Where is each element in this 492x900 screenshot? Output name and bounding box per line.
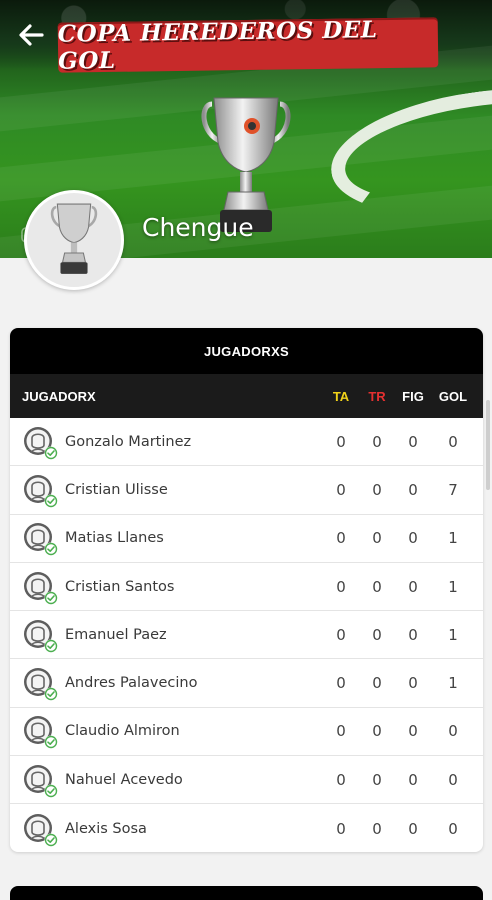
player-fig: 0 [408, 529, 418, 548]
player-fig: 0 [408, 432, 418, 451]
player-tr: 0 [372, 480, 382, 499]
column-tr: TR [368, 388, 386, 404]
player-avatar-icon [23, 619, 58, 653]
players-table-header: JUGADORX TA TR FIG GOL [10, 374, 483, 418]
table-row[interactable]: Andres Palavecino 0 0 0 1 [10, 659, 483, 708]
players-table-body: Gonzalo Martinez 0 0 0 0 Cristian Ulisse… [10, 418, 483, 852]
player-ta: 0 [336, 722, 346, 741]
player-name: Andres Palavecino [65, 675, 198, 692]
check-badge-icon [44, 446, 58, 460]
player-ta: 0 [336, 529, 346, 548]
column-ta: TA [332, 388, 350, 404]
player-name: Claudio Almiron [65, 723, 180, 740]
player-fig: 0 [408, 770, 418, 789]
player-avatar-icon [23, 715, 58, 749]
player-gol: 1 [448, 577, 458, 596]
player-tr: 0 [372, 722, 382, 741]
check-badge-icon [44, 591, 58, 605]
column-player: JUGADORX [22, 388, 96, 404]
player-avatar-icon [23, 474, 58, 508]
tournament-title-banner: COPA HEREDEROS DEL GOL [57, 16, 439, 75]
player-fig: 0 [408, 480, 418, 499]
table-row[interactable]: Matias Llanes 0 0 0 1 [10, 515, 483, 563]
player-gol: 0 [448, 770, 458, 789]
player-avatar-icon [23, 764, 58, 798]
player-name: Cristian Santos [65, 578, 175, 595]
player-name: Cristian Ulisse [65, 481, 168, 498]
player-gol: 1 [448, 529, 458, 548]
table-row[interactable]: Nahuel Acevedo 0 0 0 0 [10, 756, 483, 805]
scrollbar[interactable] [486, 400, 490, 490]
player-ta: 0 [336, 819, 346, 838]
player-tr: 0 [372, 770, 382, 789]
player-ta: 0 [336, 480, 346, 499]
player-name: Emanuel Paez [65, 626, 167, 643]
player-tr: 0 [372, 529, 382, 548]
player-name: Matias Llanes [65, 530, 164, 547]
player-name: Nahuel Acevedo [65, 771, 183, 788]
check-badge-icon [44, 494, 58, 508]
check-badge-icon [44, 687, 58, 701]
player-tr: 0 [372, 577, 382, 596]
table-row[interactable]: Gonzalo Martinez 0 0 0 0 [10, 418, 483, 467]
team-avatar [24, 190, 124, 290]
next-section-card [10, 886, 483, 900]
player-ta: 0 [336, 674, 346, 693]
player-gol: 1 [448, 674, 458, 693]
player-tr: 0 [372, 432, 382, 451]
table-row[interactable]: Emanuel Paez 0 0 0 1 [10, 611, 483, 660]
player-tr: 0 [372, 819, 382, 838]
player-avatar-icon [23, 813, 58, 847]
player-gol: 7 [448, 480, 458, 499]
player-ta: 0 [336, 577, 346, 596]
back-button[interactable] [14, 18, 48, 52]
check-badge-icon [44, 735, 58, 749]
player-ta: 0 [336, 770, 346, 789]
table-row[interactable]: Cristian Santos 0 0 0 1 [10, 563, 483, 612]
trophy-icon [50, 203, 98, 274]
player-name: Gonzalo Martinez [65, 433, 192, 450]
check-badge-icon [44, 639, 58, 653]
player-fig: 0 [408, 577, 418, 596]
player-ta: 0 [336, 432, 346, 451]
player-avatar-icon [23, 426, 58, 460]
player-fig: 0 [408, 625, 418, 644]
player-avatar-icon [23, 667, 58, 701]
column-gol: GOL [438, 388, 468, 404]
player-fig: 0 [408, 674, 418, 693]
players-table-card: JUGADORXS JUGADORX TA TR FIG GOL Gonzalo… [10, 328, 483, 852]
tournament-title: COPA HEREDEROS DEL GOL [57, 16, 378, 75]
player-tr: 0 [372, 625, 382, 644]
player-tr: 0 [372, 674, 382, 693]
table-row[interactable]: Cristian Ulisse 0 0 0 7 [10, 466, 483, 515]
player-gol: 1 [448, 625, 458, 644]
player-avatar-icon [23, 522, 58, 556]
check-badge-icon [44, 784, 58, 798]
player-gol: 0 [448, 722, 458, 741]
team-name: Chengue [142, 213, 254, 242]
check-badge-icon [44, 542, 58, 556]
players-table-title: JUGADORXS [10, 328, 483, 374]
player-fig: 0 [408, 819, 418, 838]
table-row[interactable]: Alexis Sosa 0 0 0 0 [10, 804, 483, 852]
player-fig: 0 [408, 722, 418, 741]
column-fig: FIG [402, 388, 424, 404]
player-ta: 0 [336, 625, 346, 644]
arrow-left-icon [19, 24, 44, 46]
table-row[interactable]: Claudio Almiron 0 0 0 0 [10, 708, 483, 757]
player-gol: 0 [448, 432, 458, 451]
player-avatar-icon [23, 571, 58, 605]
player-gol: 0 [448, 819, 458, 838]
player-name: Alexis Sosa [65, 820, 147, 837]
check-badge-icon [44, 833, 58, 847]
